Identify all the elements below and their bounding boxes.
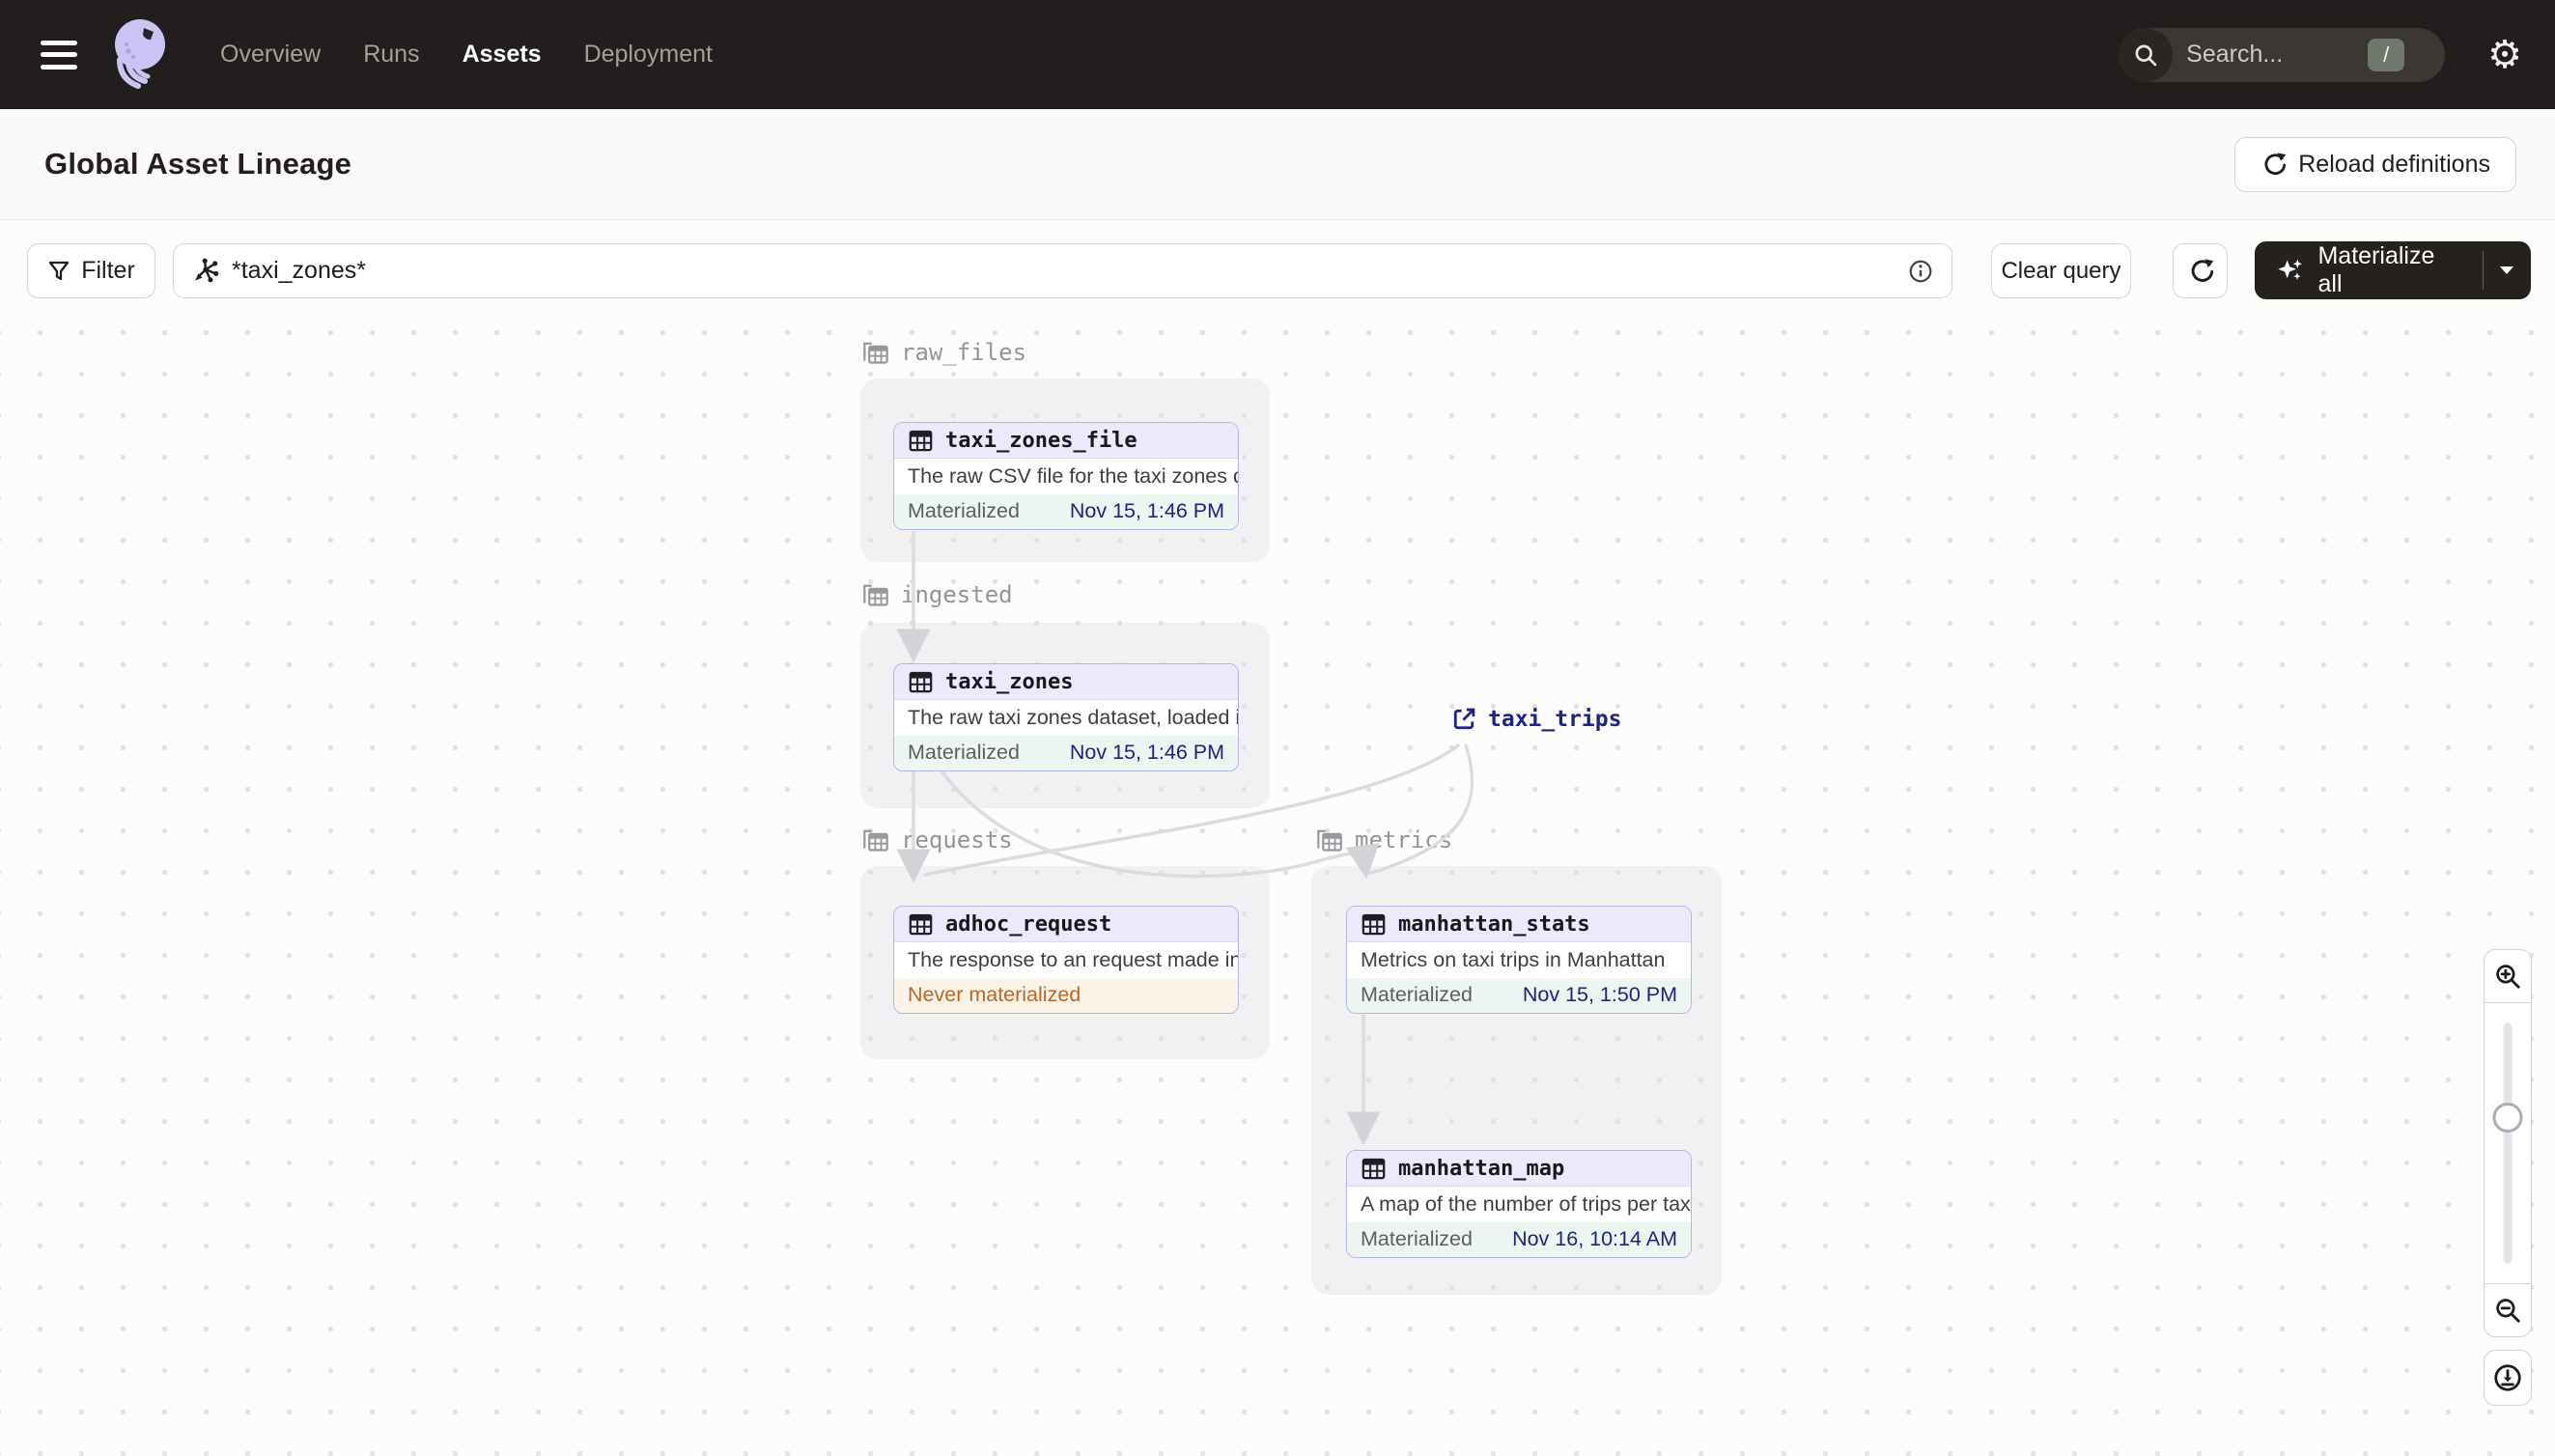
global-search[interactable]: / xyxy=(2119,27,2446,82)
search-shortcut-badge: / xyxy=(2368,38,2405,71)
group-name: raw_files xyxy=(901,339,1027,366)
settings-gear-icon[interactable]: ⚙ xyxy=(2487,36,2522,74)
asset-status: Materialized xyxy=(908,741,1020,765)
asset-description: The response to an request made in th... xyxy=(908,947,1238,971)
asset-status: Materialized xyxy=(908,499,1020,523)
table-icon xyxy=(909,913,933,935)
zoom-slider[interactable] xyxy=(2485,1003,2531,1283)
group-name: metrics xyxy=(1355,826,1453,854)
asset-name: adhoc_request xyxy=(945,911,1112,937)
asset-selection-input[interactable] xyxy=(173,243,1952,298)
materialize-all-label: Materialize all xyxy=(2317,242,2435,297)
top-navigation-bar: Overview Runs Assets Deployment / ⚙ xyxy=(0,0,2555,109)
filter-label: Filter xyxy=(81,257,135,284)
asset-description: Metrics on taxi trips in Manhattan xyxy=(1361,947,1666,971)
group-label-raw-files[interactable]: raw_files xyxy=(860,338,1026,367)
zoom-slider-track[interactable] xyxy=(2503,1022,2513,1264)
filter-button[interactable]: Filter xyxy=(27,243,155,298)
asset-node-adhoc-request[interactable]: adhoc_request The response to an request… xyxy=(893,906,1239,1014)
chevron-down-icon xyxy=(2500,266,2514,274)
nav-assets[interactable]: Assets xyxy=(463,41,542,69)
zoom-out-icon xyxy=(2496,1299,2520,1323)
table-icon xyxy=(909,430,933,451)
asset-group-icon xyxy=(863,584,888,606)
refresh-icon xyxy=(2264,152,2287,175)
asset-status: Never materialized xyxy=(908,983,1081,1007)
table-icon xyxy=(1362,1158,1386,1179)
asset-query-input[interactable] xyxy=(232,257,1907,285)
search-icon xyxy=(2119,27,2174,82)
asset-graph-icon xyxy=(195,258,219,282)
asset-node-taxi-zones[interactable]: taxi_zones The raw taxi zones dataset, l… xyxy=(893,663,1239,771)
asset-timestamp[interactable]: Nov 16, 10:14 AM xyxy=(1512,1227,1677,1251)
page-header: Global Asset Lineage Reload definitions xyxy=(0,109,2555,220)
download-image-button[interactable] xyxy=(2484,1350,2532,1406)
zoom-in-icon xyxy=(2496,965,2520,989)
materialize-all-button[interactable]: Materialize all xyxy=(2255,241,2531,299)
external-asset-label: taxi_trips xyxy=(1488,707,1622,732)
asset-description: The raw taxi zones dataset, loaded int..… xyxy=(908,705,1238,729)
asset-name: manhattan_map xyxy=(1398,1156,1565,1181)
asset-group-icon xyxy=(863,829,888,852)
asset-group-icon xyxy=(1317,829,1342,852)
external-asset-taxi-trips[interactable]: taxi_trips xyxy=(1450,706,1621,733)
asset-node-manhattan-stats[interactable]: manhattan_stats Metrics on taxi trips in… xyxy=(1346,906,1692,1014)
menu-hamburger-icon[interactable] xyxy=(41,40,77,70)
asset-description: A map of the number of trips per taxi z.… xyxy=(1361,1191,1691,1216)
asset-node-manhattan-map[interactable]: manhattan_map A map of the number of tri… xyxy=(1346,1150,1692,1258)
query-info-icon[interactable] xyxy=(1907,258,1934,285)
asset-status: Materialized xyxy=(1361,1227,1473,1251)
zoom-in-button[interactable] xyxy=(2485,950,2531,1003)
refresh-icon xyxy=(2191,258,2213,282)
table-icon xyxy=(909,671,933,692)
nav-runs[interactable]: Runs xyxy=(363,41,419,69)
group-label-metrics[interactable]: metrics xyxy=(1314,826,1452,854)
clear-query-button[interactable]: Clear query xyxy=(1991,243,2131,298)
asset-description: The raw CSV file for the taxi zones dat.… xyxy=(908,463,1238,488)
group-name: requests xyxy=(901,826,1013,854)
clear-query-label: Clear query xyxy=(2001,257,2121,284)
primary-nav: Overview Runs Assets Deployment xyxy=(220,41,713,69)
asset-status: Materialized xyxy=(1361,983,1473,1007)
refresh-graph-button[interactable] xyxy=(2173,243,2228,298)
asset-timestamp[interactable]: Nov 15, 1:46 PM xyxy=(1070,741,1224,765)
group-name: ingested xyxy=(901,581,1013,608)
external-link-icon xyxy=(1453,708,1475,730)
group-label-requests[interactable]: requests xyxy=(860,826,1013,854)
asset-group-icon xyxy=(863,342,888,364)
asset-timestamp[interactable]: Nov 15, 1:46 PM xyxy=(1070,499,1224,523)
asset-timestamp[interactable]: Nov 15, 1:50 PM xyxy=(1523,983,1677,1007)
zoom-controls xyxy=(2484,949,2532,1337)
reload-definitions-label: Reload definitions xyxy=(2298,150,2490,178)
download-icon xyxy=(2494,1364,2521,1391)
filter-funnel-icon xyxy=(49,261,70,280)
asset-name: taxi_zones xyxy=(945,669,1074,694)
table-icon xyxy=(1362,913,1386,935)
asset-name: taxi_zones_file xyxy=(945,428,1137,453)
asset-name: manhattan_stats xyxy=(1398,911,1590,937)
materialize-dropdown-caret[interactable] xyxy=(2484,241,2531,299)
search-input[interactable] xyxy=(2186,41,2351,69)
nav-overview[interactable]: Overview xyxy=(220,41,321,69)
zoom-slider-handle[interactable] xyxy=(2492,1103,2523,1133)
group-label-ingested[interactable]: ingested xyxy=(860,580,1013,609)
zoom-out-button[interactable] xyxy=(2485,1283,2531,1336)
reload-definitions-button[interactable]: Reload definitions xyxy=(2234,136,2516,192)
page-title: Global Asset Lineage xyxy=(44,147,352,181)
sparkle-icon xyxy=(2278,259,2303,280)
lineage-canvas[interactable] xyxy=(0,319,2555,1456)
asset-node-taxi-zones-file[interactable]: taxi_zones_file The raw CSV file for the… xyxy=(893,422,1239,530)
dagster-logo[interactable] xyxy=(104,14,180,96)
nav-deployment[interactable]: Deployment xyxy=(584,41,713,69)
